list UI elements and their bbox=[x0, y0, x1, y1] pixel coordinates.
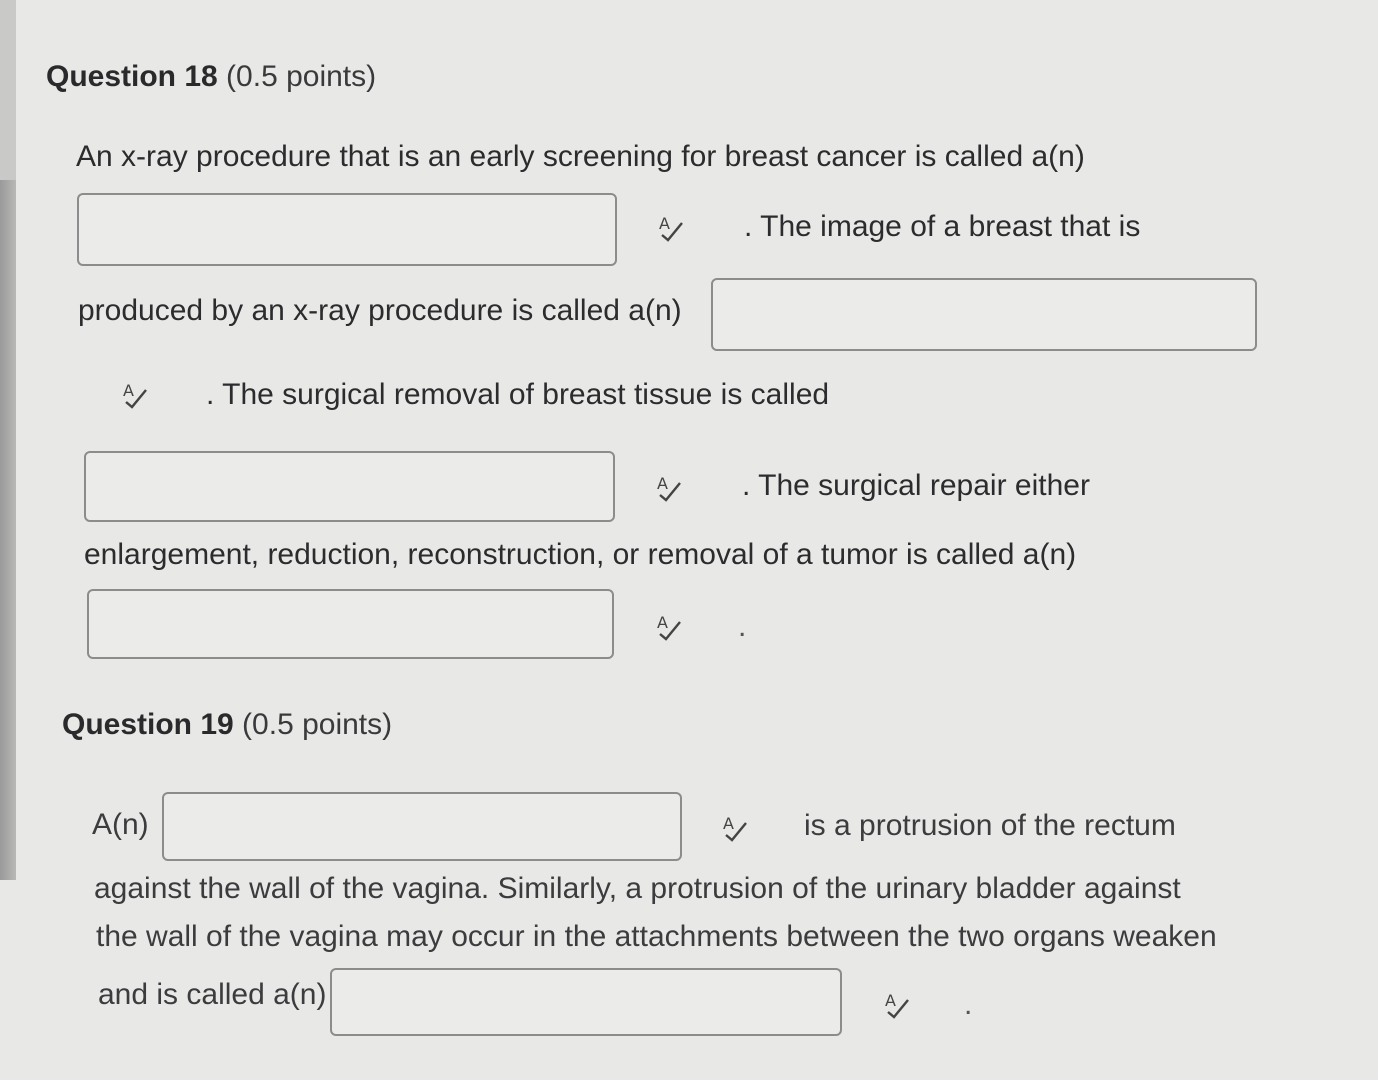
svg-text:A: A bbox=[123, 381, 134, 400]
q18-text-line-4: . The surgical removal of breast tissue … bbox=[206, 378, 830, 411]
q19-text-line-3: against the wall of the vagina. Similarl… bbox=[94, 872, 1181, 905]
q19-end-period: . bbox=[964, 988, 973, 1021]
q18-blank-1-input[interactable] bbox=[77, 193, 617, 266]
spellcheck-icon[interactable]: A bbox=[120, 380, 150, 410]
svg-text:A: A bbox=[885, 991, 896, 1010]
q19-blank-1-input[interactable] bbox=[162, 792, 682, 861]
spellcheck-icon[interactable]: A bbox=[654, 473, 684, 503]
question-19-number: Question 19 bbox=[62, 708, 234, 741]
q18-text-line-5: . The surgical repair either bbox=[742, 469, 1090, 502]
spellcheck-icon[interactable]: A bbox=[882, 990, 912, 1020]
svg-text:A: A bbox=[657, 613, 668, 632]
q19-text-line-5: and is called a(n) bbox=[98, 978, 327, 1011]
spellcheck-icon[interactable]: A bbox=[654, 612, 684, 642]
spellcheck-icon[interactable]: A bbox=[720, 813, 750, 843]
q19-blank-2-input[interactable] bbox=[330, 968, 842, 1036]
q18-text-line-2: . The image of a breast that is bbox=[744, 210, 1141, 243]
q18-text-line-3: produced by an x-ray procedure is called… bbox=[78, 294, 682, 327]
question-19-points: (0.5 points) bbox=[233, 708, 393, 741]
q18-blank-4-input[interactable] bbox=[87, 589, 614, 659]
svg-text:A: A bbox=[723, 814, 734, 833]
q18-text-line-6: enlargement, reduction, reconstruction, … bbox=[84, 538, 1077, 571]
question-18-number: Question 18 bbox=[46, 60, 218, 93]
spellcheck-icon[interactable]: A bbox=[656, 213, 686, 243]
question-18-title: Question 18 (0.5 points) bbox=[46, 60, 376, 94]
q19-text-line-2: is a protrusion of the rectum bbox=[804, 809, 1176, 842]
q19-text-line-1: A(n) bbox=[92, 808, 149, 841]
question-18-points: (0.5 points) bbox=[217, 60, 377, 93]
q18-blank-3-input[interactable] bbox=[84, 451, 615, 522]
left-accent-bar-top bbox=[0, 0, 16, 180]
q18-text-line-1: An x-ray procedure that is an early scre… bbox=[76, 140, 1085, 173]
q18-end-period: . bbox=[738, 610, 747, 643]
svg-text:A: A bbox=[657, 474, 668, 493]
q18-blank-2-input[interactable] bbox=[711, 278, 1257, 351]
svg-text:A: A bbox=[659, 214, 670, 233]
q19-text-line-4: the wall of the vagina may occur in the … bbox=[96, 920, 1217, 953]
question-19-title: Question 19 (0.5 points) bbox=[62, 708, 392, 742]
